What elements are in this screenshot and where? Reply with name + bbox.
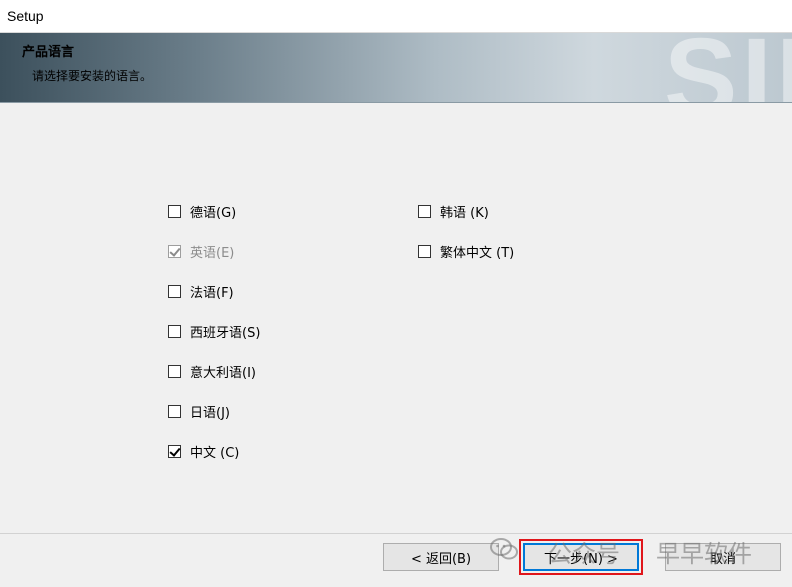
checkbox-korean[interactable] bbox=[418, 204, 431, 218]
option-label: 英语(E) bbox=[190, 245, 235, 261]
wechat-icon bbox=[490, 538, 518, 560]
page-subtitle: 请选择要安装的语言。 bbox=[32, 69, 153, 83]
option-french[interactable]: 法语(F) bbox=[168, 281, 234, 301]
window-title: Setup bbox=[7, 8, 44, 24]
checkbox-italian[interactable] bbox=[168, 364, 181, 378]
option-label: 繁体中文 (T) bbox=[440, 245, 515, 261]
option-label: 日语(J) bbox=[190, 405, 230, 421]
option-chinese[interactable]: 中文 (C) bbox=[168, 441, 239, 461]
option-german[interactable]: 德语(G) bbox=[168, 201, 236, 221]
checkbox-french[interactable] bbox=[168, 284, 181, 298]
option-english: 英语(E) bbox=[168, 241, 234, 261]
option-japanese[interactable]: 日语(J) bbox=[168, 401, 230, 421]
checkbox-japanese[interactable] bbox=[168, 404, 181, 418]
back-button[interactable]: < 返回(B) bbox=[383, 543, 499, 571]
option-label: 中文 (C) bbox=[190, 445, 240, 461]
option-spanish[interactable]: 西班牙语(S) bbox=[168, 321, 260, 341]
watermark-text-account: 公众号 bbox=[548, 540, 620, 568]
header-banner: 产品语言 请选择要安装的语言。 SII bbox=[0, 33, 792, 103]
option-label: 意大利语(I) bbox=[190, 365, 256, 381]
option-label: 西班牙语(S) bbox=[190, 325, 261, 341]
title-bar: Setup bbox=[0, 0, 792, 33]
option-italian[interactable]: 意大利语(I) bbox=[168, 361, 256, 381]
checkbox-traditional-chinese[interactable] bbox=[418, 244, 431, 258]
option-label: 德语(G) bbox=[190, 205, 237, 221]
banner-watermark: SII bbox=[664, 33, 792, 103]
option-label: 韩语 (K) bbox=[440, 205, 489, 221]
checkbox-german[interactable] bbox=[168, 204, 181, 218]
option-traditional-chinese[interactable]: 繁体中文 (T) bbox=[418, 241, 514, 261]
option-korean[interactable]: 韩语 (K) bbox=[418, 201, 489, 221]
checkbox-chinese[interactable] bbox=[168, 444, 181, 458]
watermark-text-brand: 早早软件 bbox=[656, 540, 752, 568]
language-options-panel: 德语(G) 英语(E) 法语(F) 西班牙语(S) 意大利语(I) 日语(J) … bbox=[0, 103, 792, 533]
checkbox-spanish[interactable] bbox=[168, 324, 181, 338]
page-title: 产品语言 bbox=[22, 45, 75, 60]
option-label: 法语(F) bbox=[190, 285, 234, 301]
checkbox-english bbox=[168, 244, 181, 258]
